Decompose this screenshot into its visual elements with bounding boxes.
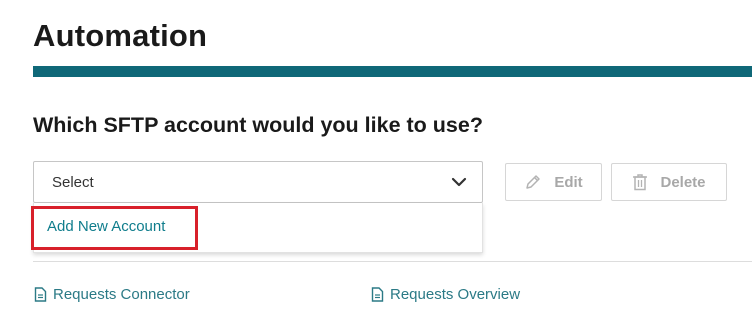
document-icon [371,287,384,302]
requests-overview-link[interactable]: Requests Overview [371,286,520,303]
requests-overview-label: Requests Overview [390,286,521,303]
title-accent-bar [33,66,752,77]
edit-button[interactable]: Edit [505,163,602,201]
section-divider [33,261,752,262]
add-new-account-option[interactable]: Add New Account [34,203,199,249]
trash-icon [633,174,648,191]
edit-button-label: Edit [554,173,583,191]
sftp-account-dropdown: Add New Account [33,203,483,253]
select-value: Select [52,173,94,191]
document-icon [34,287,47,302]
sftp-question-heading: Which SFTP account would you like to use… [33,113,483,137]
delete-button-label: Delete [660,173,706,191]
page-title: Automation [33,18,208,53]
chevron-down-icon [451,177,467,187]
sftp-account-select[interactable]: Select [33,161,483,203]
automation-page: Automation Which SFTP account would you … [0,0,752,325]
delete-button[interactable]: Delete [611,163,727,201]
requests-connector-label: Requests Connector [53,286,190,303]
pencil-icon [526,175,541,189]
requests-connector-link[interactable]: Requests Connector [34,286,190,303]
